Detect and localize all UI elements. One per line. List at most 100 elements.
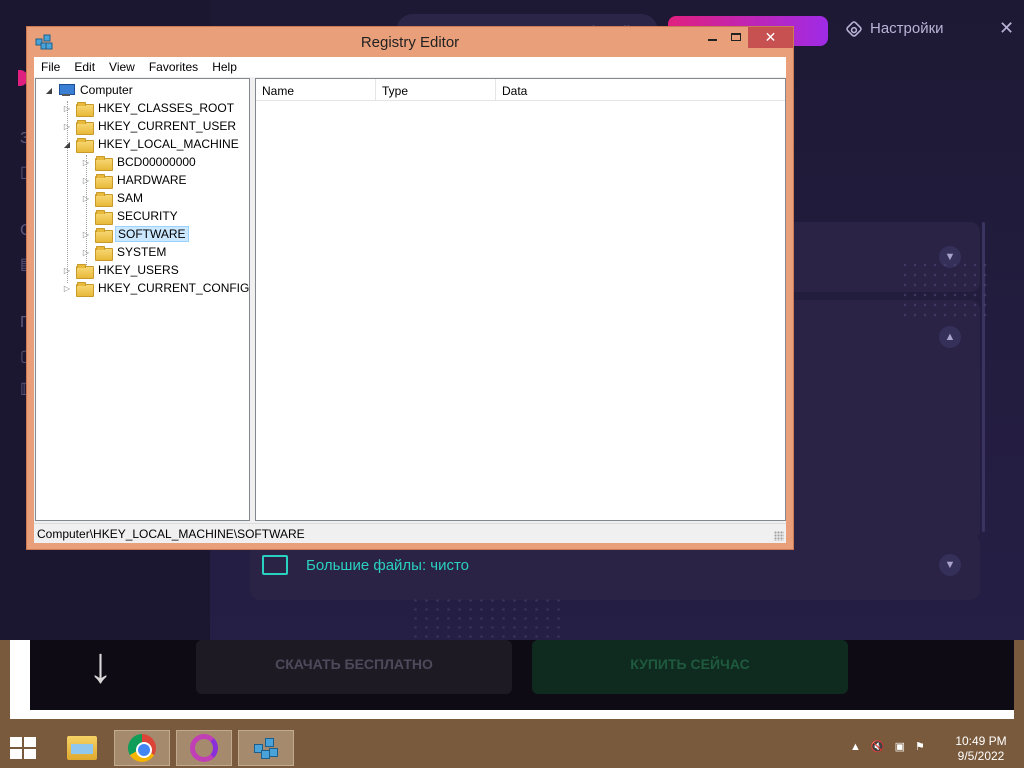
folder-icon	[76, 101, 94, 117]
column-header-name[interactable]: Name	[256, 79, 376, 101]
volume-muted-icon[interactable]: 🔇	[871, 740, 885, 753]
tree-node-hkey-local-machine[interactable]: ◢ HKEY_LOCAL_MACHINE	[62, 135, 241, 153]
collapse-arrow-icon[interactable]: ◢	[44, 86, 54, 95]
resize-grip[interactable]	[774, 531, 784, 541]
windows-logo-icon	[10, 749, 22, 759]
registry-tree[interactable]: ◢ Computer ▷ HKEY_CLASSES_ROOT ▷ HKEY_CU…	[35, 78, 250, 521]
collapse-arrow-icon[interactable]: ◢	[62, 140, 72, 149]
tree-node-bcd00000000[interactable]: ▷ BCD00000000	[81, 153, 198, 171]
registry-values-list[interactable]: Name Type Data	[255, 78, 786, 521]
menu-help[interactable]: Help	[205, 57, 244, 77]
expand-arrow-icon[interactable]: ▷	[62, 122, 72, 131]
tree-node-hkey-classes-root[interactable]: ▷ HKEY_CLASSES_ROOT	[62, 99, 236, 117]
folder-icon	[95, 227, 113, 243]
taskbar: ▲ 🔇 ▣ ⚑ 10:49 PM 9/5/2022	[0, 728, 1024, 768]
title-bar[interactable]: Registry Editor ✕	[27, 27, 793, 57]
clock-date: 9/5/2022	[957, 749, 1005, 763]
maximize-icon	[731, 33, 741, 41]
minimize-icon	[708, 39, 717, 41]
promo-banner-frame: ↓ СКАЧАТЬ БЕСПЛАТНО КУПИТЬ СЕЙЧАС	[10, 640, 1014, 719]
tree-node-hkey-current-user[interactable]: ▷ HKEY_CURRENT_USER	[62, 117, 238, 135]
buy-now-button[interactable]: КУПИТЬ СЕЙЧАС	[532, 640, 848, 694]
minimize-button[interactable]	[699, 27, 725, 48]
window-title: Registry Editor	[360, 34, 460, 51]
menu-edit[interactable]: Edit	[67, 57, 102, 77]
expand-arrow-icon[interactable]: ▷	[81, 158, 91, 167]
tree-node-label: SYSTEM	[117, 245, 167, 259]
folder-icon	[95, 155, 113, 171]
clock-time: 10:49 PM	[955, 734, 1007, 748]
tree-node-hkey-current-config[interactable]: ▷ HKEY_CURRENT_CONFIG	[62, 279, 250, 297]
network-icon[interactable]: ▣	[895, 740, 905, 753]
column-header-type[interactable]: Type	[376, 79, 496, 101]
download-free-button[interactable]: СКАЧАТЬ БЕСПЛАТНО	[196, 640, 512, 694]
file-explorer-icon	[67, 736, 97, 760]
chevron-down-icon[interactable]: ▼	[939, 554, 961, 576]
tree-node-system[interactable]: ▷ SYSTEM	[81, 243, 168, 261]
tree-node-label: BCD00000000	[117, 155, 196, 169]
large-files-row[interactable]: Большие файлы: чисто	[262, 555, 469, 575]
menu-file[interactable]: File	[34, 57, 67, 77]
tree-node-label: HKEY_CURRENT_USER	[98, 119, 237, 133]
expand-arrow-icon[interactable]: ▷	[81, 176, 91, 185]
menu-bar: File Edit View Favorites Help	[34, 57, 786, 77]
taskbar-cleaner-app[interactable]	[176, 730, 232, 766]
registry-editor-window: Registry Editor ✕ File Edit View Favorit…	[26, 26, 794, 550]
tree-node-hardware[interactable]: ▷ HARDWARE	[81, 171, 189, 189]
decorative-dots	[410, 596, 560, 640]
folder-icon	[76, 137, 94, 153]
folder-icon	[95, 191, 113, 207]
expand-arrow-icon[interactable]: ▷	[81, 230, 91, 239]
tree-node-hkey-users[interactable]: ▷ HKEY_USERS	[62, 261, 181, 279]
windows-logo-icon	[24, 737, 36, 747]
chrome-icon	[128, 734, 156, 762]
promo-banner-body	[30, 640, 1014, 710]
status-bar: Computer\HKEY_LOCAL_MACHINE\SOFTWARE	[34, 523, 786, 543]
taskbar-google-chrome[interactable]	[114, 730, 170, 766]
tree-node-label: Computer	[80, 83, 133, 97]
decorative-dots	[900, 260, 990, 320]
chevron-up-icon[interactable]: ▲	[939, 326, 961, 348]
tree-node-computer[interactable]: ◢ Computer	[44, 81, 135, 99]
folder-icon	[76, 263, 94, 279]
expand-arrow-icon[interactable]: ▷	[62, 284, 72, 293]
windows-logo-icon	[10, 737, 22, 747]
folder-icon	[262, 555, 288, 575]
tree-node-label: HARDWARE	[117, 173, 187, 187]
column-header-data[interactable]: Data	[496, 79, 785, 101]
settings-button[interactable]: Настройки	[844, 19, 944, 38]
action-center-icon[interactable]: ⚑	[915, 740, 925, 753]
menu-favorites[interactable]: Favorites	[142, 57, 205, 77]
app-close-button[interactable]: ✕	[999, 18, 1014, 39]
computer-icon	[58, 83, 75, 97]
menu-view[interactable]: View	[102, 57, 142, 77]
registry-editor-icon	[252, 734, 280, 762]
taskbar-file-explorer[interactable]	[54, 730, 110, 766]
windows-logo-icon	[24, 749, 36, 759]
tree-node-label: SECURITY	[117, 209, 178, 223]
tree-node-label: SAM	[117, 191, 144, 205]
expand-arrow-icon[interactable]: ▷	[81, 194, 91, 203]
tree-node-label: HKEY_CLASSES_ROOT	[98, 101, 235, 115]
maximize-button[interactable]	[723, 27, 749, 48]
large-files-status: Большие файлы: чисто	[306, 556, 470, 574]
promo-banner: ↓ СКАЧАТЬ БЕСПЛАТНО КУПИТЬ СЕЙЧАС	[0, 640, 1024, 728]
expand-arrow-icon[interactable]: ▷	[62, 104, 72, 113]
tree-node-label: HKEY_LOCAL_MACHINE	[98, 137, 239, 151]
show-hidden-icons-icon[interactable]: ▲	[850, 741, 861, 753]
tree-node-security[interactable]: SECURITY	[81, 207, 180, 225]
tree-node-software[interactable]: ▷ SOFTWARE	[81, 225, 189, 243]
folder-icon	[95, 209, 113, 225]
expand-arrow-icon[interactable]: ▷	[81, 248, 91, 257]
taskbar-clock[interactable]: 10:49 PM 9/5/2022	[946, 734, 1016, 764]
tree-node-label: SOFTWARE	[115, 226, 189, 242]
folder-icon	[76, 119, 94, 135]
folder-icon	[76, 281, 94, 297]
tree-node-label: HKEY_CURRENT_CONFIG	[98, 281, 250, 295]
close-button[interactable]: ✕	[748, 27, 793, 48]
tree-node-label: HKEY_USERS	[98, 263, 179, 277]
expand-arrow-icon[interactable]: ▷	[62, 266, 72, 275]
taskbar-registry-editor[interactable]	[238, 730, 294, 766]
tree-node-sam[interactable]: ▷ SAM	[81, 189, 145, 207]
start-button[interactable]	[10, 737, 38, 761]
